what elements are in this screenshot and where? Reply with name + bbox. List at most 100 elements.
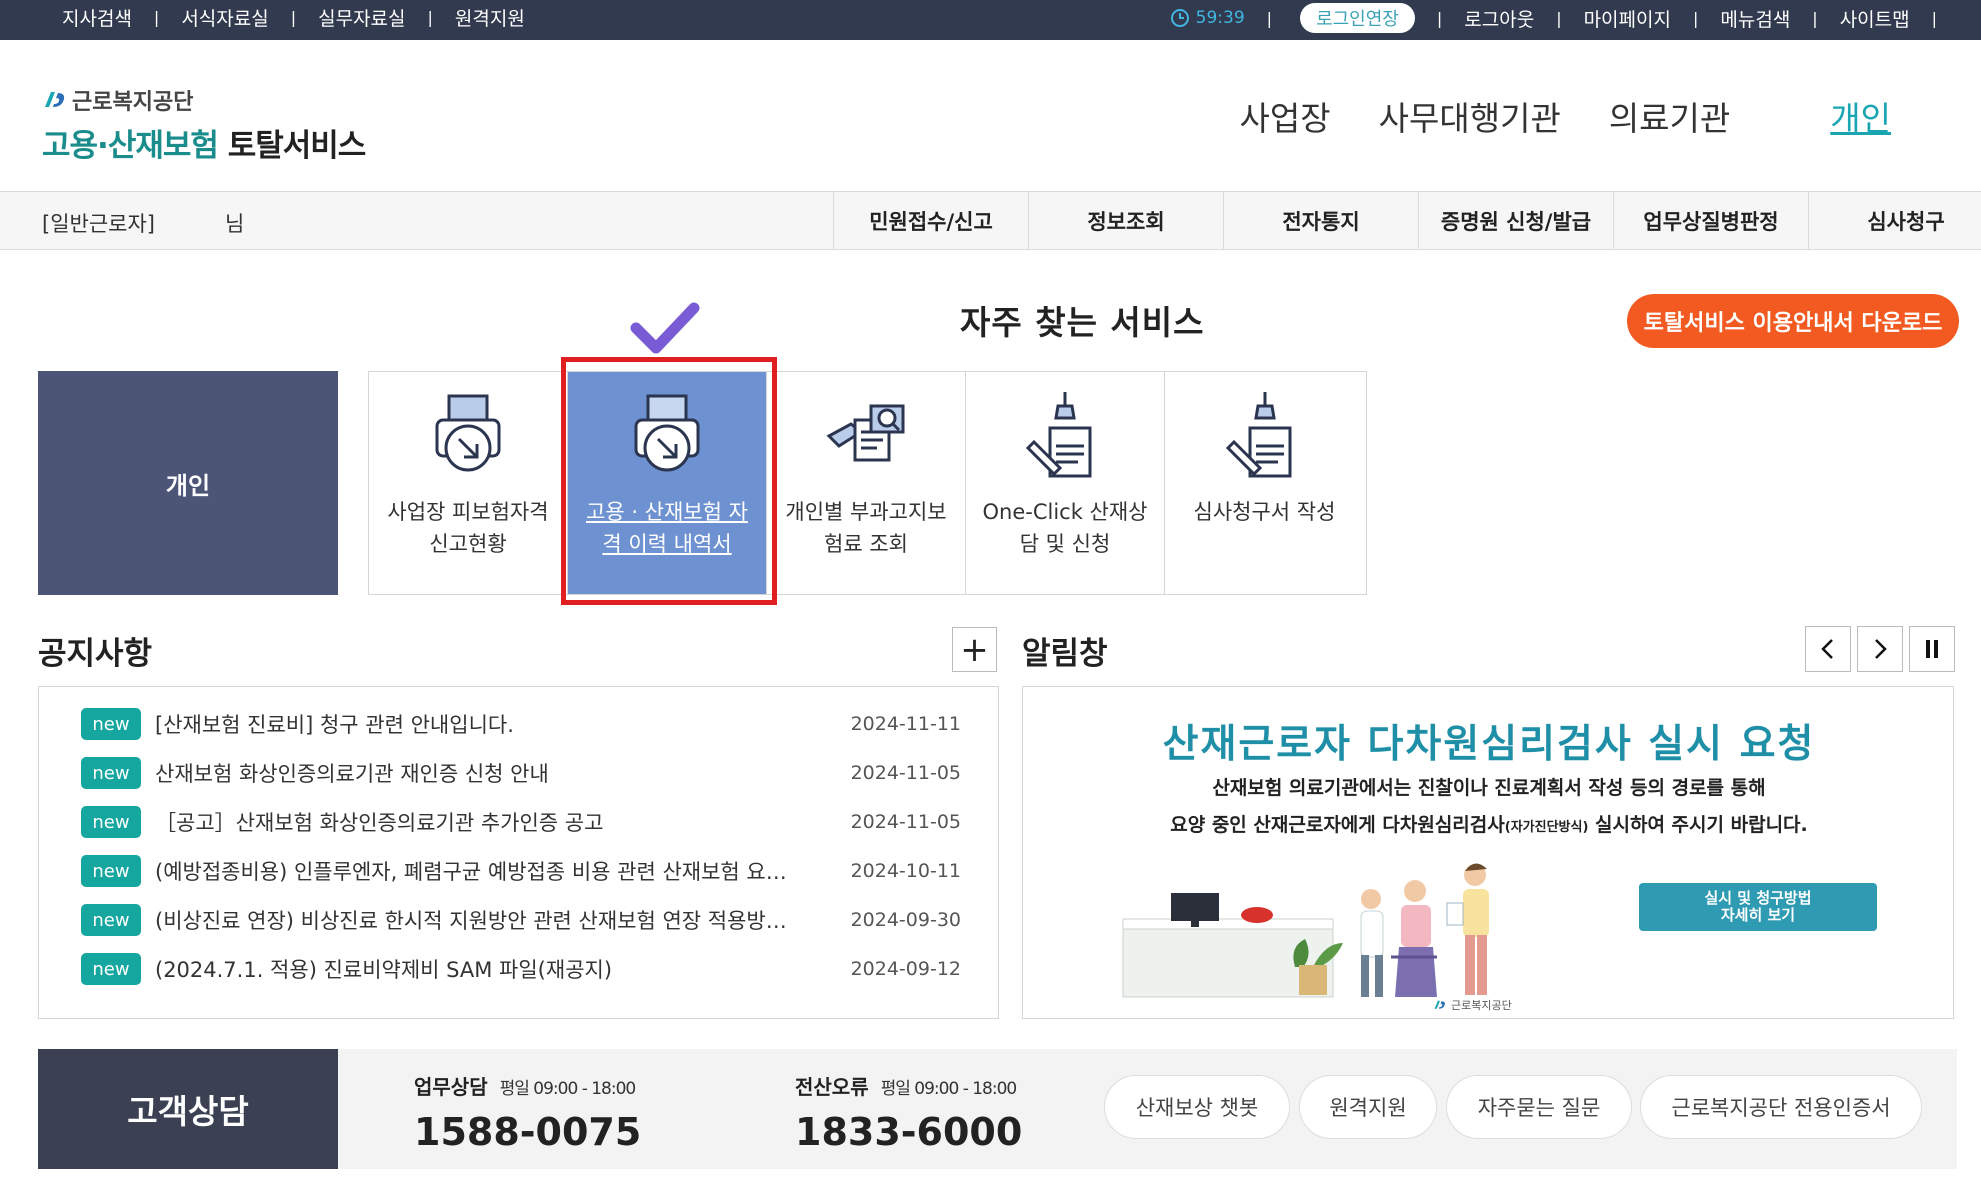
tab-review-request[interactable]: 심사청구 [1808,192,1981,250]
nav-workplace[interactable]: 사업장 [1240,92,1331,140]
chevron-left-icon [1821,639,1833,659]
service-premium-inquiry[interactable]: 개인별 부과고지보험료 조회 [767,372,966,594]
logo-org-text: 근로복지공단 [72,90,194,115]
link-sitemap[interactable]: 사이트맵 [1840,5,1910,32]
alert-line-2: 요양 중인 산재근로자에게 다차원심리검사(자가진단방식) 실시하여 주시기 바… [1023,810,1953,837]
category-personal: 개인 [38,371,338,595]
frequent-services-title: 자주 찾는 서비스 [960,303,1205,342]
alert-headline: 산재근로자 다차원심리검사 실시 요청 [1162,722,1816,767]
link-menu-search[interactable]: 메뉴검색 [1720,5,1790,32]
separator: | [1812,8,1818,28]
nav-agency[interactable]: 사무대행기관 [1379,92,1561,140]
tab-info-inquiry[interactable]: 정보조회 [1028,192,1223,250]
logo-org: 근로복지공단 [42,84,365,116]
service-label: One-Click 산재상담 및 신청 [982,500,1148,556]
link-logout[interactable]: 로그아웃 [1464,5,1534,32]
separator: | [1436,8,1443,28]
new-badge: new [81,855,141,887]
link-practice-materials[interactable]: 실무자료실 [318,4,405,31]
link-mypage[interactable]: 마이페이지 [1584,5,1671,32]
alert-detail-button[interactable]: 실시 및 청구방법 자세히 보기 [1639,883,1877,931]
stamp-document-icon [1025,392,1092,478]
tab-certificate[interactable]: 증명원 신청/발급 [1418,192,1613,250]
service-review-form[interactable]: 심사청구서 작성 [1165,372,1364,594]
error-label: 전산오류 [795,1075,869,1099]
error-consult-heading: 전산오류 평일 09:00 - 18:00 [795,1071,1022,1100]
notice-list: new [산재보험 진료비] 청구 관련 안내입니다. 2024-11-11 n… [38,686,999,1019]
comwel-logo-icon [45,92,65,107]
alert-prev-button[interactable] [1805,626,1851,672]
faq-button[interactable]: 자주묻는 질문 [1446,1075,1632,1139]
notices-title: 공지사항 [38,636,153,672]
tab-occupational-disease[interactable]: 업무상질병판정 [1613,192,1808,250]
notice-item[interactable]: new (예방접종비용) 인플루엔자, 폐렴구균 예방접종 비용 관련 산재보험… [81,854,961,888]
alert-line-2b: (자가진단방식) [1504,820,1589,835]
chatbot-button[interactable]: 산재보상 챗봇 [1104,1075,1290,1139]
pause-icon [1926,640,1938,658]
notice-date: 2024-11-05 [850,762,961,784]
notice-item[interactable]: new 산재보험 화상인증의료기관 재인증 신청 안내 2024-11-05 [81,756,961,790]
logo-service-b: 토탈서비스 [227,128,367,164]
notice-date: 2024-09-30 [850,909,961,931]
certificate-button[interactable]: 근로복지공단 전용인증서 [1640,1075,1922,1139]
alert-banner[interactable]: 산재근로자 다차원심리검사 실시 요청 산재보험 의료기관에서는 진찰이나 진료… [1022,686,1954,1019]
link-forms[interactable]: 서식자료실 [181,4,268,31]
notice-title: 산재보험 화상인증의료기관 재인증 신청 안내 [155,762,549,786]
session-timer: 59:39 [1170,8,1245,28]
separator: | [1931,8,1937,28]
logo-service: 고용·산재보험 토탈서비스 [42,120,367,165]
remote-support-button[interactable]: 원격지원 [1299,1075,1437,1139]
notice-title: (예방접종비용) 인플루엔자, 폐렴구균 예방접종 비용 관련 산재보험 요양급… [155,860,803,884]
alert-button-line-1: 실시 및 청구방법 [1704,889,1812,907]
work-consult-heading: 업무상담 평일 09:00 - 18:00 [414,1071,641,1100]
service-insured-status[interactable]: 사업장 피보험자격 신고현황 [369,372,568,594]
user-suffix: 님 [225,212,245,236]
notice-item[interactable]: new (2024.7.1. 적용) 진료비약제비 SAM 파일(재공지) 20… [81,952,961,986]
alert-line-2a: 요양 중인 산재근로자에게 다차원심리검사 [1170,814,1505,836]
user-type: [일반근로자] [42,212,155,236]
service-list: 사업장 피보험자격 신고현황 고용 · 산재보험 자격 이력 내역서 개인별 부… [368,371,1367,595]
error-consult-info: 전산오류 평일 09:00 - 18:00 1833-6000 [795,1071,1022,1154]
service-oneclick-consult[interactable]: One-Click 산재상담 및 신청 [966,372,1165,594]
alerts-title: 알림창 [1022,636,1108,672]
alert-pause-button[interactable] [1909,626,1955,672]
work-label: 업무상담 [414,1075,488,1099]
guide-download-button[interactable]: 토탈서비스 이용안내서 다운로드 [1627,294,1959,348]
utility-links-right: 59:39 | 로그인연장 | 로그아웃 | 마이페이지 | 메뉴검색 | 사이… [1170,3,1959,33]
nav-medical[interactable]: 의료기관 [1609,92,1730,140]
separator: | [153,8,160,27]
nav-personal[interactable]: 개인 [1830,92,1891,140]
link-branch-search[interactable]: 지사검색 [62,4,132,31]
tab-civil-petition[interactable]: 민원접수/신고 [833,192,1028,250]
notice-title: ［공고］산재보험 화상인증의료기관 추가인증 공고 [155,811,604,835]
notice-date: 2024-11-11 [850,713,961,735]
new-badge: new [81,806,141,838]
error-hours: 평일 09:00 - 18:00 [880,1079,1018,1099]
utility-bar: 지사검색 | 서식자료실 | 실무자료실 | 원격지원 59:39 | 로그인연… [0,0,1981,40]
work-hours: 평일 09:00 - 18:00 [499,1079,637,1099]
service-label: 심사청구서 작성 [1193,500,1336,524]
notice-title: [산재보험 진료비] 청구 관련 안내입니다. [155,713,514,737]
stamp-document-icon [1225,392,1291,478]
extend-login-button[interactable]: 로그인연장 [1300,3,1415,33]
new-badge: new [81,904,141,936]
notice-item[interactable]: new ［공고］산재보험 화상인증의료기관 추가인증 공고 2024-11-05 [81,805,961,839]
notice-date: 2024-11-05 [850,811,961,833]
alert-line-1: 산재보험 의료기관에서는 진찰이나 진료계획서 작성 등의 경로를 통해 [1212,777,1766,799]
chevron-right-icon [1875,639,1887,659]
error-phone[interactable]: 1833-6000 [795,1110,1022,1154]
work-phone[interactable]: 1588-0075 [414,1110,641,1154]
new-badge: new [81,757,141,789]
notice-item[interactable]: new (비상진료 연장) 비상진료 한시적 지원방안 관련 산재보험 연장 적… [81,903,961,937]
link-remote-support[interactable]: 원격지원 [455,4,525,31]
site-header: 근로복지공단 고용·산재보험 토탈서비스 사업장 사무대행기관 의료기관 개인 [0,40,1981,192]
notices-more-button[interactable]: + [952,627,997,672]
tab-e-notice[interactable]: 전자통지 [1223,192,1418,250]
alert-next-button[interactable] [1857,626,1903,672]
new-badge: new [81,953,141,985]
notice-date: 2024-10-11 [850,860,961,882]
utility-links-left: 지사검색 | 서식자료실 | 실무자료실 | 원격지원 [62,4,525,31]
document-search-icon [826,404,905,462]
notice-item[interactable]: new [산재보험 진료비] 청구 관련 안내입니다. 2024-11-11 [81,707,961,741]
site-logo[interactable]: 근로복지공단 고용·산재보험 토탈서비스 [42,84,367,165]
